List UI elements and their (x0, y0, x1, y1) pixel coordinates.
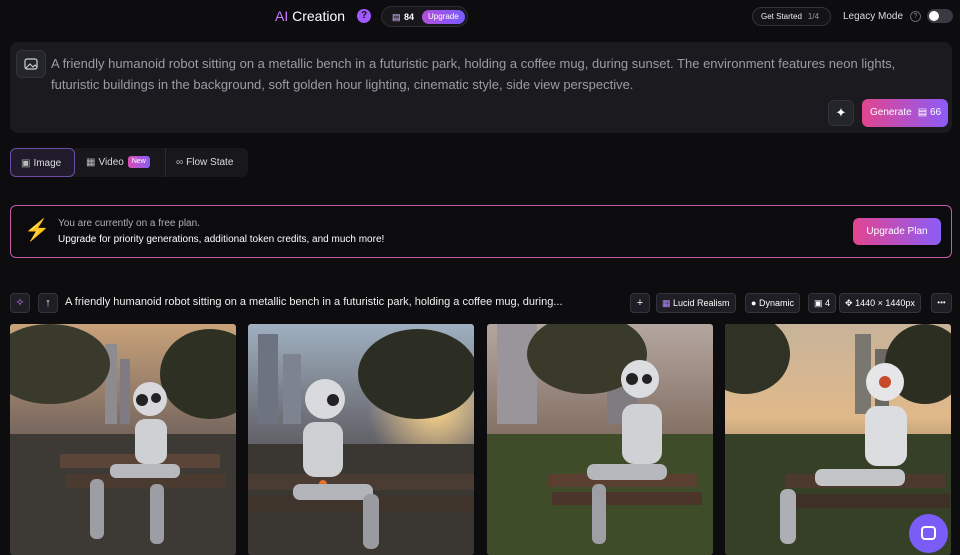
magic-wand-icon[interactable]: ✧ (10, 293, 30, 313)
image-icon: ▣ (21, 158, 31, 169)
video-icon: ▦ (86, 157, 96, 168)
mode-tabs: ▣ Image ▦ Video New ∞ Flow State (10, 148, 248, 177)
banner-line2: Upgrade for priority generations, additi… (58, 234, 385, 245)
banner-line1: You are currently on a free plan. (58, 218, 200, 229)
get-started-step: 1/4 (807, 12, 820, 21)
generated-image-1[interactable] (10, 324, 236, 555)
generate-cost: ▤ 66 (917, 107, 942, 118)
image-upload-icon[interactable] (16, 50, 46, 78)
upload-arrow-icon[interactable]: ↑ (38, 293, 58, 313)
generated-image-2[interactable] (248, 324, 474, 555)
generation-header: ✧ ↑ A friendly humanoid robot sitting on… (10, 293, 952, 313)
tab-image[interactable]: ▣ Image (10, 148, 75, 177)
move-icon: ✥ (845, 298, 853, 308)
chat-bubble-glyph (921, 526, 936, 540)
generated-image-3[interactable] (487, 324, 713, 555)
count-pill[interactable]: ▣ 4 (808, 293, 837, 313)
generate-button[interactable]: Generate ▤ 66 (862, 99, 948, 127)
token-icon: ▤ (392, 12, 401, 22)
style-pill[interactable]: ● Dynamic (745, 293, 800, 313)
sparkle-icon[interactable]: ✦ (828, 100, 854, 126)
lightning-icon: ⚡ (24, 219, 51, 242)
help-icon[interactable]: ? (357, 9, 371, 23)
prompt-box: A friendly humanoid robot sitting on a m… (10, 42, 952, 133)
top-bar: AI Creation ? ▤ 84 Upgrade Get Started 1/… (0, 0, 960, 34)
images-icon: ▣ (814, 298, 823, 308)
generation-prompt[interactable]: A friendly humanoid robot sitting on a m… (65, 296, 563, 308)
chat-icon[interactable] (909, 514, 948, 553)
token-count: 84 (404, 12, 415, 22)
toggle-knob (929, 11, 939, 21)
legacy-help-icon[interactable]: ? (910, 11, 921, 22)
prompt-input[interactable]: A friendly humanoid robot sitting on a m… (51, 53, 931, 95)
more-options-icon[interactable]: ••• (931, 293, 952, 313)
upgrade-plan-button[interactable]: Upgrade Plan (853, 218, 941, 245)
drop-icon: ● (751, 298, 757, 308)
tab-flow-state[interactable]: ∞ Flow State (166, 148, 248, 177)
app-title: AI Creation (275, 8, 346, 24)
legacy-mode-toggle[interactable] (927, 9, 953, 23)
legacy-mode-label: Legacy Mode (843, 11, 904, 22)
model-pill[interactable]: ▦ Lucid Realism (656, 293, 736, 313)
size-pill[interactable]: ✥ 1440 × 1440px (839, 293, 921, 313)
add-icon[interactable]: + (630, 293, 650, 313)
free-plan-banner: ⚡ You are currently on a free plan. Upgr… (10, 205, 952, 258)
tab-video[interactable]: ▦ Video New (76, 148, 166, 177)
upgrade-button[interactable]: Upgrade (422, 10, 465, 24)
new-badge: New (127, 156, 150, 169)
token-balance[interactable]: ▤ 84 Upgrade (381, 6, 468, 27)
get-started-button[interactable]: Get Started 1/4 (752, 7, 831, 26)
image-grid (10, 324, 952, 555)
link-icon: ∞ (176, 157, 184, 168)
